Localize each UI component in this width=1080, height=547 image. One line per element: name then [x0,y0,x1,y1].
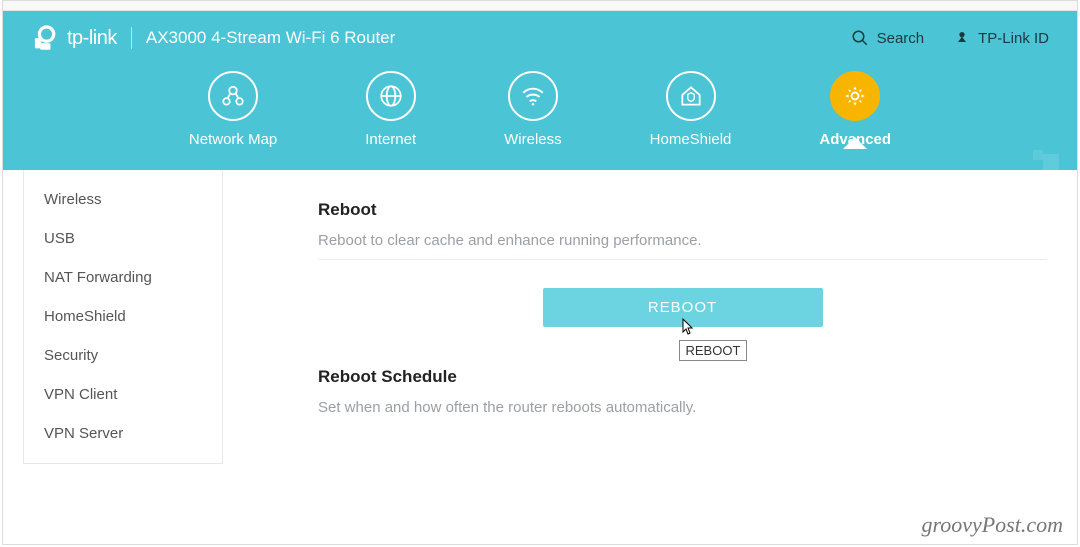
gear-icon [842,83,868,109]
globe-icon [378,83,404,109]
sidebar-item-usb[interactable]: USB [24,219,222,258]
browser-chrome-strip [3,1,1077,11]
wifi-icon [520,83,546,109]
sidebar-item-homeshield[interactable]: HomeShield [24,297,222,336]
sidebar-item-vpn-client[interactable]: VPN Client [24,375,222,414]
user-icon [954,30,970,46]
nav-wireless[interactable]: Wireless [504,71,562,148]
top-nav: Network Map Internet Wireless HomeShield [3,61,1077,170]
section-title-schedule: Reboot Schedule [318,367,1047,387]
network-map-icon [220,83,246,109]
nav-label: Wireless [504,131,562,148]
decorative-square [1043,154,1059,170]
section-desc-schedule: Set when and how often the router reboot… [318,399,1047,416]
reboot-tooltip: REBOOT [679,340,748,361]
sidebar: Wireless USB NAT Forwarding HomeShield S… [23,170,223,464]
search-label: Search [877,30,925,47]
nav-label: HomeShield [650,131,732,148]
sidebar-item-security[interactable]: Security [24,336,222,375]
tplink-id-label: TP-Link ID [978,30,1049,47]
sidebar-item-nat-forwarding[interactable]: NAT Forwarding [24,258,222,297]
sidebar-item-wireless[interactable]: Wireless [24,180,222,219]
nav-label: Network Map [189,131,277,148]
nav-advanced[interactable]: Advanced [819,71,891,148]
watermark: groovyPost.com [921,512,1063,538]
nav-internet[interactable]: Internet [365,71,416,148]
brand-name: tp-link [67,27,117,50]
search-action[interactable]: Search [851,29,925,47]
section-title-reboot: Reboot [318,200,1047,220]
header: tp-link AX3000 4-Stream Wi-Fi 6 Router S… [3,11,1077,170]
brand: tp-link [31,25,117,51]
divider [131,27,132,49]
nav-label: Internet [365,131,416,148]
divider [318,259,1047,260]
nav-network-map[interactable]: Network Map [189,71,277,148]
section-desc-reboot: Reboot to clear cache and enhance runnin… [318,232,1047,249]
homeshield-icon [678,83,704,109]
sidebar-item-vpn-server[interactable]: VPN Server [24,414,222,453]
decorative-square [1033,150,1043,160]
active-tab-arrow [843,137,867,149]
search-icon [851,29,869,47]
model-name: AX3000 4-Stream Wi-Fi 6 Router [146,28,395,48]
cursor-icon [679,318,695,338]
tplink-id-action[interactable]: TP-Link ID [954,30,1049,47]
nav-homeshield[interactable]: HomeShield [650,71,732,148]
tplink-logo-icon [31,25,57,51]
main-panel: Reboot Reboot to clear cache and enhance… [223,170,1077,464]
